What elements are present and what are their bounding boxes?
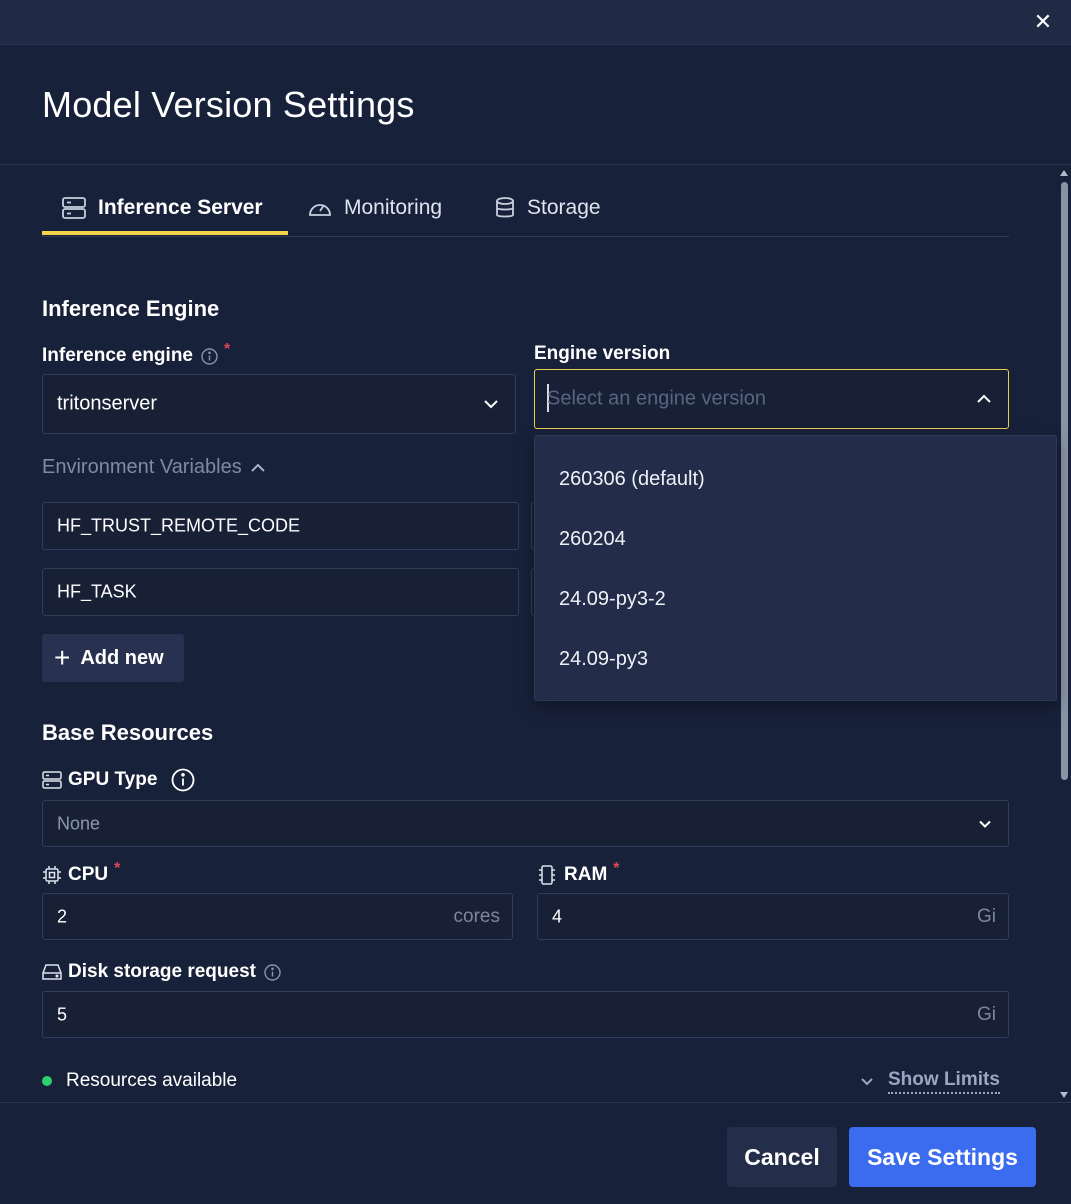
chevron-down-icon <box>861 1078 873 1086</box>
cancel-button[interactable]: Cancel <box>727 1127 837 1187</box>
info-icon[interactable] <box>171 768 195 792</box>
section-base-resources: Base Resources <box>42 720 214 745</box>
inference-engine-select[interactable]: tritonserver <box>42 374 516 434</box>
ram-unit: Gi <box>977 905 996 927</box>
cpu-input[interactable]: 2 cores <box>42 893 513 940</box>
plus-icon: + <box>54 642 71 673</box>
inference-engine-value: tritonserver <box>57 392 158 415</box>
ram-value: 4 <box>552 906 563 926</box>
gpu-type-select[interactable]: None <box>42 800 1009 847</box>
show-limits-toggle[interactable]: Show Limits <box>860 1069 1000 1094</box>
engine-version-dropdown: 260306 (default) 260204 24.09-py3-2 24.0… <box>534 435 1057 701</box>
resource-status: Resources available <box>42 1070 237 1092</box>
engine-version-option[interactable]: 24.09-py3-2 <box>559 588 666 611</box>
cpu-value: 2 <box>57 906 68 926</box>
dialog-title: Model Version Settings <box>42 84 415 125</box>
tab-label: Monitoring <box>344 196 443 219</box>
gauge-icon <box>309 204 331 216</box>
scrollbar[interactable] <box>1058 168 1071 1100</box>
label-text: RAM <box>564 864 608 885</box>
gpu-type-label: GPU Type <box>42 768 195 792</box>
info-icon[interactable] <box>264 963 281 981</box>
tab-inference-server[interactable]: Inference Server <box>62 180 263 236</box>
chip-icon <box>43 866 61 884</box>
required-mark: * <box>613 860 620 877</box>
engine-version-label: Engine version <box>534 343 671 364</box>
title-divider <box>0 164 1071 165</box>
gpu-type-value: None <box>57 813 101 833</box>
chevron-down-icon <box>979 820 991 828</box>
section-inference-engine: Inference Engine <box>42 296 220 321</box>
status-text: Resources available <box>66 1070 238 1091</box>
label-text: GPU Type <box>68 769 158 790</box>
tab-storage[interactable]: Storage <box>495 180 601 236</box>
cpu-unit: cores <box>453 905 500 927</box>
env-vars-toggle[interactable]: Environment Variables <box>42 456 266 479</box>
close-icon[interactable]: ✕ <box>1029 8 1057 36</box>
show-limits-label: Show Limits <box>888 1069 1000 1094</box>
ram-label: RAM * <box>538 860 620 886</box>
env-var-name-value: HF_TASK <box>57 581 137 602</box>
engine-version-placeholder: Select an engine version <box>547 387 767 410</box>
scroll-up-arrow[interactable] <box>1060 170 1068 176</box>
chevron-down-icon <box>484 400 498 409</box>
env-var-name-value: HF_TRUST_REMOTE_CODE <box>57 515 301 536</box>
active-tab-indicator <box>42 231 288 235</box>
server-icon <box>42 771 62 789</box>
required-mark: * <box>224 341 231 358</box>
engine-version-option[interactable]: 24.09-py3 <box>559 648 648 671</box>
label-text: Disk storage request <box>68 961 256 982</box>
server-icon <box>62 197 86 219</box>
label-text: Inference engine <box>42 345 193 366</box>
cpu-label: CPU * <box>42 860 120 886</box>
info-icon[interactable] <box>201 347 218 365</box>
add-env-var-button[interactable]: + Add new <box>42 634 184 682</box>
inference-engine-label: Inference engine * <box>42 341 230 367</box>
hard-drive-icon <box>42 964 62 980</box>
dialog-top-bar <box>0 0 1071 45</box>
env-var-name-field[interactable]: HF_TASK <box>42 568 519 616</box>
add-env-var-label: Add new <box>80 646 164 669</box>
scroll-thumb[interactable] <box>1061 182 1068 780</box>
env-var-name-field[interactable]: HF_TRUST_REMOTE_CODE <box>42 502 519 550</box>
chevron-up-icon <box>251 463 265 472</box>
status-dot <box>42 1076 52 1086</box>
label-text: CPU <box>68 864 109 885</box>
tab-label: Storage <box>527 196 601 219</box>
disk-unit: Gi <box>977 1003 996 1025</box>
env-vars-label: Environment Variables <box>42 456 242 478</box>
disk-storage-input[interactable]: 5 Gi <box>42 991 1009 1038</box>
ram-input[interactable]: 4 Gi <box>537 893 1009 940</box>
disk-value: 5 <box>57 1004 68 1024</box>
chevron-up-icon <box>977 394 991 403</box>
tab-monitoring[interactable]: Monitoring <box>308 180 442 236</box>
engine-version-option[interactable]: 260204 <box>559 528 626 551</box>
tab-bar: Inference Server Monitoring Storage <box>42 180 1009 237</box>
save-settings-button[interactable]: Save Settings <box>849 1127 1036 1187</box>
engine-version-option[interactable]: 260306 (default) <box>559 468 705 491</box>
scroll-down-arrow[interactable] <box>1060 1092 1068 1098</box>
database-icon <box>496 197 514 218</box>
disk-storage-label: Disk storage request <box>42 961 281 983</box>
memory-icon <box>539 865 555 885</box>
tab-label: Inference Server <box>98 196 263 219</box>
required-mark: * <box>114 860 121 877</box>
engine-version-select[interactable]: Select an engine version <box>534 369 1009 429</box>
